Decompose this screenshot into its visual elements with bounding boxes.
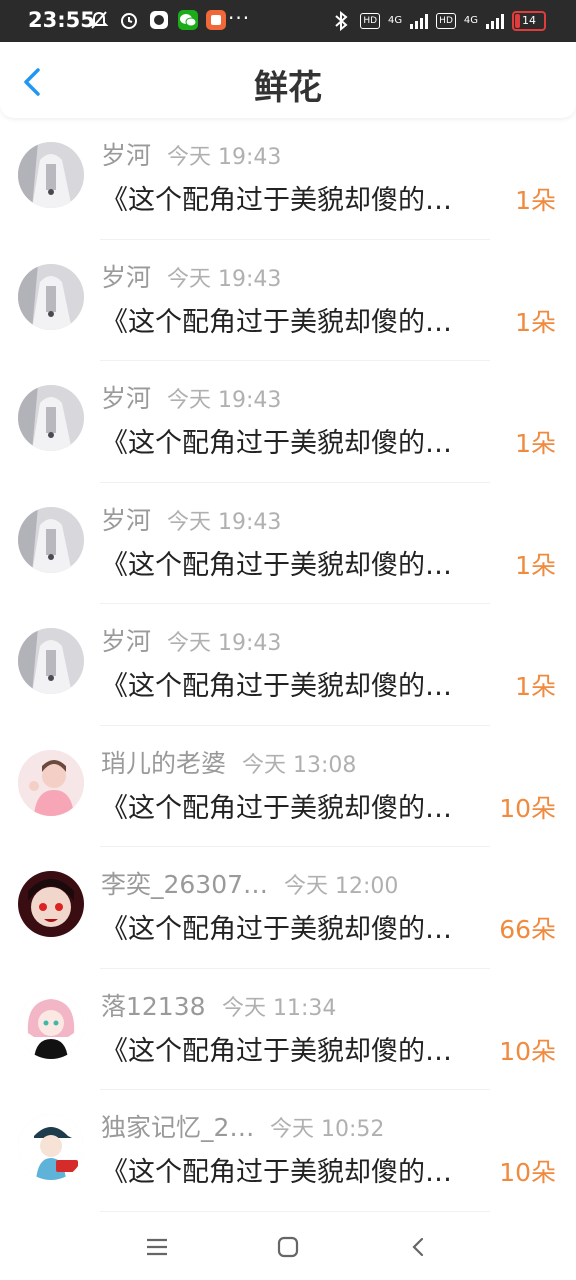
page-header: 鲜花 (0, 42, 576, 118)
book-title[interactable]: 《这个配角过于美貌却傻的… (101, 300, 497, 339)
battery-icon: 14 (512, 11, 546, 31)
flower-list: 岁河 今天 19:43 《这个配角过于美貌却傻的… 1朵 岁河 今天 19:43 《这个配角… (0, 118, 576, 1212)
flower-count: 1朵 (515, 429, 556, 458)
user-name[interactable]: 岁河 (101, 622, 151, 658)
timestamp: 今天 12:00 (284, 874, 399, 899)
flower-count: 10朵 (499, 1158, 556, 1187)
list-item[interactable]: 独家记忆_2… 今天 10:52 《这个配角过于美貌却傻的… 10朵 (0, 1090, 576, 1212)
book-title[interactable]: 《这个配角过于美貌却傻的… (101, 178, 497, 217)
home-icon[interactable] (270, 1230, 306, 1264)
status-right: HD 4G HD 4G 14 (330, 10, 546, 32)
avatar[interactable] (18, 263, 84, 330)
mute-icon (88, 9, 110, 31)
user-name[interactable]: 琑儿的老婆 (101, 744, 226, 780)
user-name[interactable]: 李奕_26307… (101, 865, 268, 901)
avatar[interactable] (18, 142, 84, 208)
navigation-bar (0, 1212, 576, 1280)
user-name[interactable]: 岁河 (101, 501, 151, 537)
book-title[interactable]: 《这个配角过于美貌却傻的… (101, 421, 497, 460)
avatar[interactable] (18, 385, 84, 451)
page-title: 鲜花 (254, 68, 322, 108)
book-title[interactable]: 《这个配角过于美貌却傻的… (101, 664, 497, 703)
timestamp: 今天 19:43 (167, 631, 282, 656)
bluetooth-icon (330, 10, 352, 32)
status-time: 23:55 (28, 8, 95, 32)
timestamp: 今天 19:43 (167, 266, 282, 292)
more-notifications: ··· (228, 6, 251, 30)
timestamp: 今天 13:08 (242, 752, 357, 778)
user-name[interactable]: 岁河 (101, 136, 151, 172)
hd-badge: HD (436, 13, 456, 29)
flower-count: 10朵 (499, 793, 556, 823)
list-item[interactable]: 李奕_26307… 今天 12:00 《这个配角过于美貌却傻的… 66朵 (0, 847, 576, 969)
avatar[interactable] (18, 992, 84, 1059)
list-item[interactable]: 岁河 今天 19:43 《这个配角过于美貌却傻的… 1朵 (0, 361, 576, 483)
list-item[interactable]: 岁河 今天 19:43 《这个配角过于美貌却傻的… 1朵 (0, 483, 576, 604)
signal-icon (486, 13, 504, 29)
timestamp: 今天 11:34 (222, 995, 337, 1021)
user-name[interactable]: 独家记忆_2… (101, 1108, 254, 1144)
flower-count: 1朵 (515, 307, 556, 337)
avatar[interactable] (18, 1114, 84, 1180)
flower-count: 66朵 (499, 915, 556, 944)
alarm-icon (118, 9, 140, 31)
app-icon (148, 9, 170, 31)
network-label: 4G (463, 15, 478, 26)
network-label: 4G (388, 15, 403, 26)
avatar[interactable] (18, 628, 84, 694)
list-item[interactable]: 琑儿的老婆 今天 13:08 《这个配角过于美貌却傻的… 10朵 (0, 726, 576, 847)
flower-count: 1朵 (515, 672, 556, 701)
list-item[interactable]: 岁河 今天 19:43 《这个配角过于美貌却傻的… 1朵 (0, 240, 576, 361)
list-item[interactable]: 落12138 今天 11:34 《这个配角过于美貌却傻的… 10朵 (0, 969, 576, 1090)
wechat-icon (178, 10, 198, 30)
user-name[interactable]: 落12138 (101, 987, 206, 1023)
list-item[interactable]: 岁河 今天 19:43 《这个配角过于美貌却傻的… 1朵 (0, 604, 576, 726)
notification-icons (88, 9, 226, 31)
flower-count: 10朵 (499, 1036, 556, 1066)
avatar[interactable] (18, 506, 84, 573)
book-title[interactable]: 《这个配角过于美貌却傻的… (101, 1029, 497, 1068)
hd-badge: HD (360, 13, 381, 29)
signal-icon (410, 13, 429, 29)
timestamp: 今天 10:52 (270, 1117, 385, 1142)
back-icon[interactable] (400, 1230, 436, 1264)
avatar[interactable] (18, 749, 84, 816)
timestamp: 今天 19:43 (167, 388, 282, 413)
user-name[interactable]: 岁河 (101, 379, 151, 415)
list-item[interactable]: 岁河 今天 19:43 《这个配角过于美貌却傻的… 1朵 (0, 118, 576, 240)
book-title[interactable]: 《这个配角过于美貌却傻的… (101, 907, 497, 946)
flower-count: 1朵 (515, 186, 556, 215)
menu-icon[interactable] (139, 1230, 175, 1264)
app-icon (206, 10, 226, 30)
user-name[interactable]: 岁河 (101, 258, 151, 294)
book-title[interactable]: 《这个配角过于美貌却傻的… (101, 786, 497, 825)
status-bar: 23:55 ··· HD 4G HD 4G 14 (0, 0, 576, 42)
book-title[interactable]: 《这个配角过于美貌却傻的… (101, 1150, 497, 1189)
timestamp: 今天 19:43 (167, 145, 282, 170)
timestamp: 今天 19:43 (167, 509, 282, 535)
avatar[interactable] (18, 871, 84, 937)
flower-count: 1朵 (515, 550, 556, 580)
book-title[interactable]: 《这个配角过于美貌却傻的… (101, 543, 497, 582)
